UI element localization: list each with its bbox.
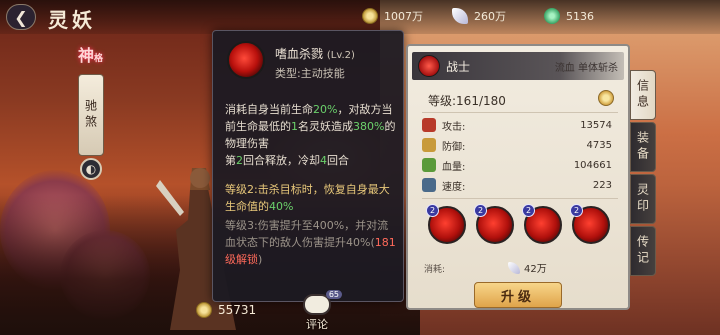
desc-value: 380% [353, 120, 385, 133]
divider [422, 198, 618, 199]
stat-label: 攻击: [442, 121, 466, 133]
skill-level-badge: 2 [426, 204, 439, 217]
divine-tab-label: 神 [78, 46, 95, 65]
desc-value: 4 [320, 154, 327, 167]
attack-icon [422, 118, 436, 132]
currency-value: 5136 [566, 9, 594, 23]
tab-seal[interactable]: 灵印 [630, 174, 656, 224]
comment-button[interactable]: 评论 65 [300, 290, 342, 332]
skill-slot-1[interactable]: 2 [426, 204, 466, 244]
skill-level-badge: 2 [474, 204, 487, 217]
lvl2-value: 40% [269, 200, 294, 213]
desc-value: 1 [291, 120, 298, 133]
stat-row-attack: 攻击: 13574 [422, 116, 618, 134]
desc-value: 20% [313, 103, 338, 116]
stat-value: 13574 [580, 119, 612, 131]
feather-icon [508, 261, 520, 274]
lvl2-text: 等级2:击杀目标时，恢复自身最大生命值的 [225, 183, 390, 213]
class-name: 战士 [446, 60, 471, 74]
page-title: 灵妖 [48, 8, 96, 32]
tab-equipment-label: 装备 [635, 131, 650, 163]
skill-slot-2[interactable]: 2 [474, 204, 514, 244]
level-text: 等级:161/180 [428, 94, 506, 108]
desc-value: 2 [236, 154, 243, 167]
divine-tab-sub: 格 [94, 54, 104, 64]
stat-value: 104661 [573, 159, 612, 171]
stat-label: 防御: [442, 141, 466, 153]
comment-count-badge: 65 [325, 290, 342, 299]
class-header: 战士 流血 单体斩杀 [412, 52, 624, 80]
skill-slot-3[interactable]: 2 [522, 204, 562, 244]
stat-value: 223 [592, 179, 612, 191]
back-button[interactable]: ❮ [6, 4, 36, 30]
skill-level2-effect: 等级2:击杀目标时，恢复自身最大生命值的40% [225, 181, 397, 215]
name-scroll-tab[interactable]: 驰煞 [78, 74, 104, 156]
feather-icon [452, 8, 468, 24]
tab-biography-label: 传记 [635, 235, 650, 267]
divider [422, 112, 618, 113]
level-up-icon[interactable] [598, 90, 614, 106]
defense-icon [422, 138, 436, 152]
skill-slot-4[interactable]: 2 [570, 204, 610, 244]
tab-info[interactable]: 信息 [630, 70, 656, 120]
back-arrow-icon: ❮ [14, 7, 28, 27]
spirit-coin-value: 55731 [218, 303, 257, 317]
skill-level-badge: 2 [570, 204, 583, 217]
speed-icon [422, 178, 436, 192]
skill-type: 类型:主动技能 [275, 67, 345, 80]
skill-name-text: 嗜血杀戮 [275, 47, 324, 61]
name-scroll-label: 驰煞 [83, 99, 98, 131]
cost-value: 42万 [524, 264, 547, 275]
tab-seal-label: 灵印 [635, 183, 650, 215]
tab-info-label: 信息 [635, 79, 650, 111]
coin-icon [362, 8, 378, 24]
currency-value: 1007万 [384, 10, 423, 23]
currency-feather[interactable]: 260万 [452, 7, 506, 25]
tab-equipment[interactable]: 装备 [630, 122, 656, 172]
stat-row-health: 血量: 104661 [422, 156, 618, 174]
skill-level: (Lv.2) [326, 50, 355, 61]
stat-value: 4735 [586, 139, 612, 151]
desc-text: 第 [225, 154, 236, 167]
skill-level-badge: 2 [522, 204, 535, 217]
lvl3-text: 等级3:伤害提升至400%，并对流血状态下的敌人伤害提升40%( [225, 219, 389, 249]
comment-label: 评论 [306, 318, 328, 331]
yin-yang-button[interactable]: ◐ [80, 158, 102, 180]
class-tags: 流血 单体斩杀 [554, 63, 618, 74]
warrior-class-icon [418, 55, 440, 77]
cost-label: 消耗: [424, 265, 446, 275]
skill-tooltip: 嗜血杀戮 (Lv.2) 类型:主动技能 消耗自身当前生命20%，对敌方当前生命最… [212, 30, 404, 302]
upgrade-button[interactable]: 升级 [474, 282, 562, 308]
skill-name: 嗜血杀戮 (Lv.2) [275, 45, 355, 62]
stat-row-speed: 速度: 223 [422, 176, 618, 194]
jade-icon [544, 8, 560, 24]
currency-coin[interactable]: 1007万 [362, 7, 423, 25]
top-bar [0, 0, 720, 34]
info-panel: 战士 流血 单体斩杀 等级:161/180 攻击: 13574 防御: 4735… [406, 44, 630, 310]
spirit-coin-icon [196, 302, 212, 318]
lvl3-text: ) [258, 253, 263, 266]
skill-description: 消耗自身当前生命20%，对敌方当前生命最低的1名灵妖造成380%的物理伤害 第2… [225, 101, 397, 169]
stat-label: 血量: [442, 161, 466, 173]
yin-yang-icon: ◐ [85, 162, 97, 176]
skill-level3-effect: 等级3:伤害提升至400%，并对流血状态下的敌人伤害提升40%(181级解锁) [225, 217, 397, 268]
currency-value: 260万 [474, 10, 506, 23]
upgrade-cost: 42万 [508, 260, 547, 275]
health-icon [422, 158, 436, 172]
stat-label: 速度: [442, 181, 466, 193]
spirit-coin-balance[interactable]: 55731 [196, 302, 256, 318]
desc-text: 消耗自身当前生命 [225, 103, 313, 116]
skill-slash-icon [227, 41, 265, 79]
desc-text: 名灵妖造成 [298, 120, 353, 133]
tab-biography[interactable]: 传记 [630, 226, 656, 276]
stat-row-defense: 防御: 4735 [422, 136, 618, 154]
divine-tab[interactable]: 神格 [78, 42, 106, 72]
desc-text: 回合释放，冷却 [243, 154, 320, 167]
currency-jade[interactable]: 5136 [544, 7, 594, 25]
desc-text: 回合 [327, 154, 349, 167]
